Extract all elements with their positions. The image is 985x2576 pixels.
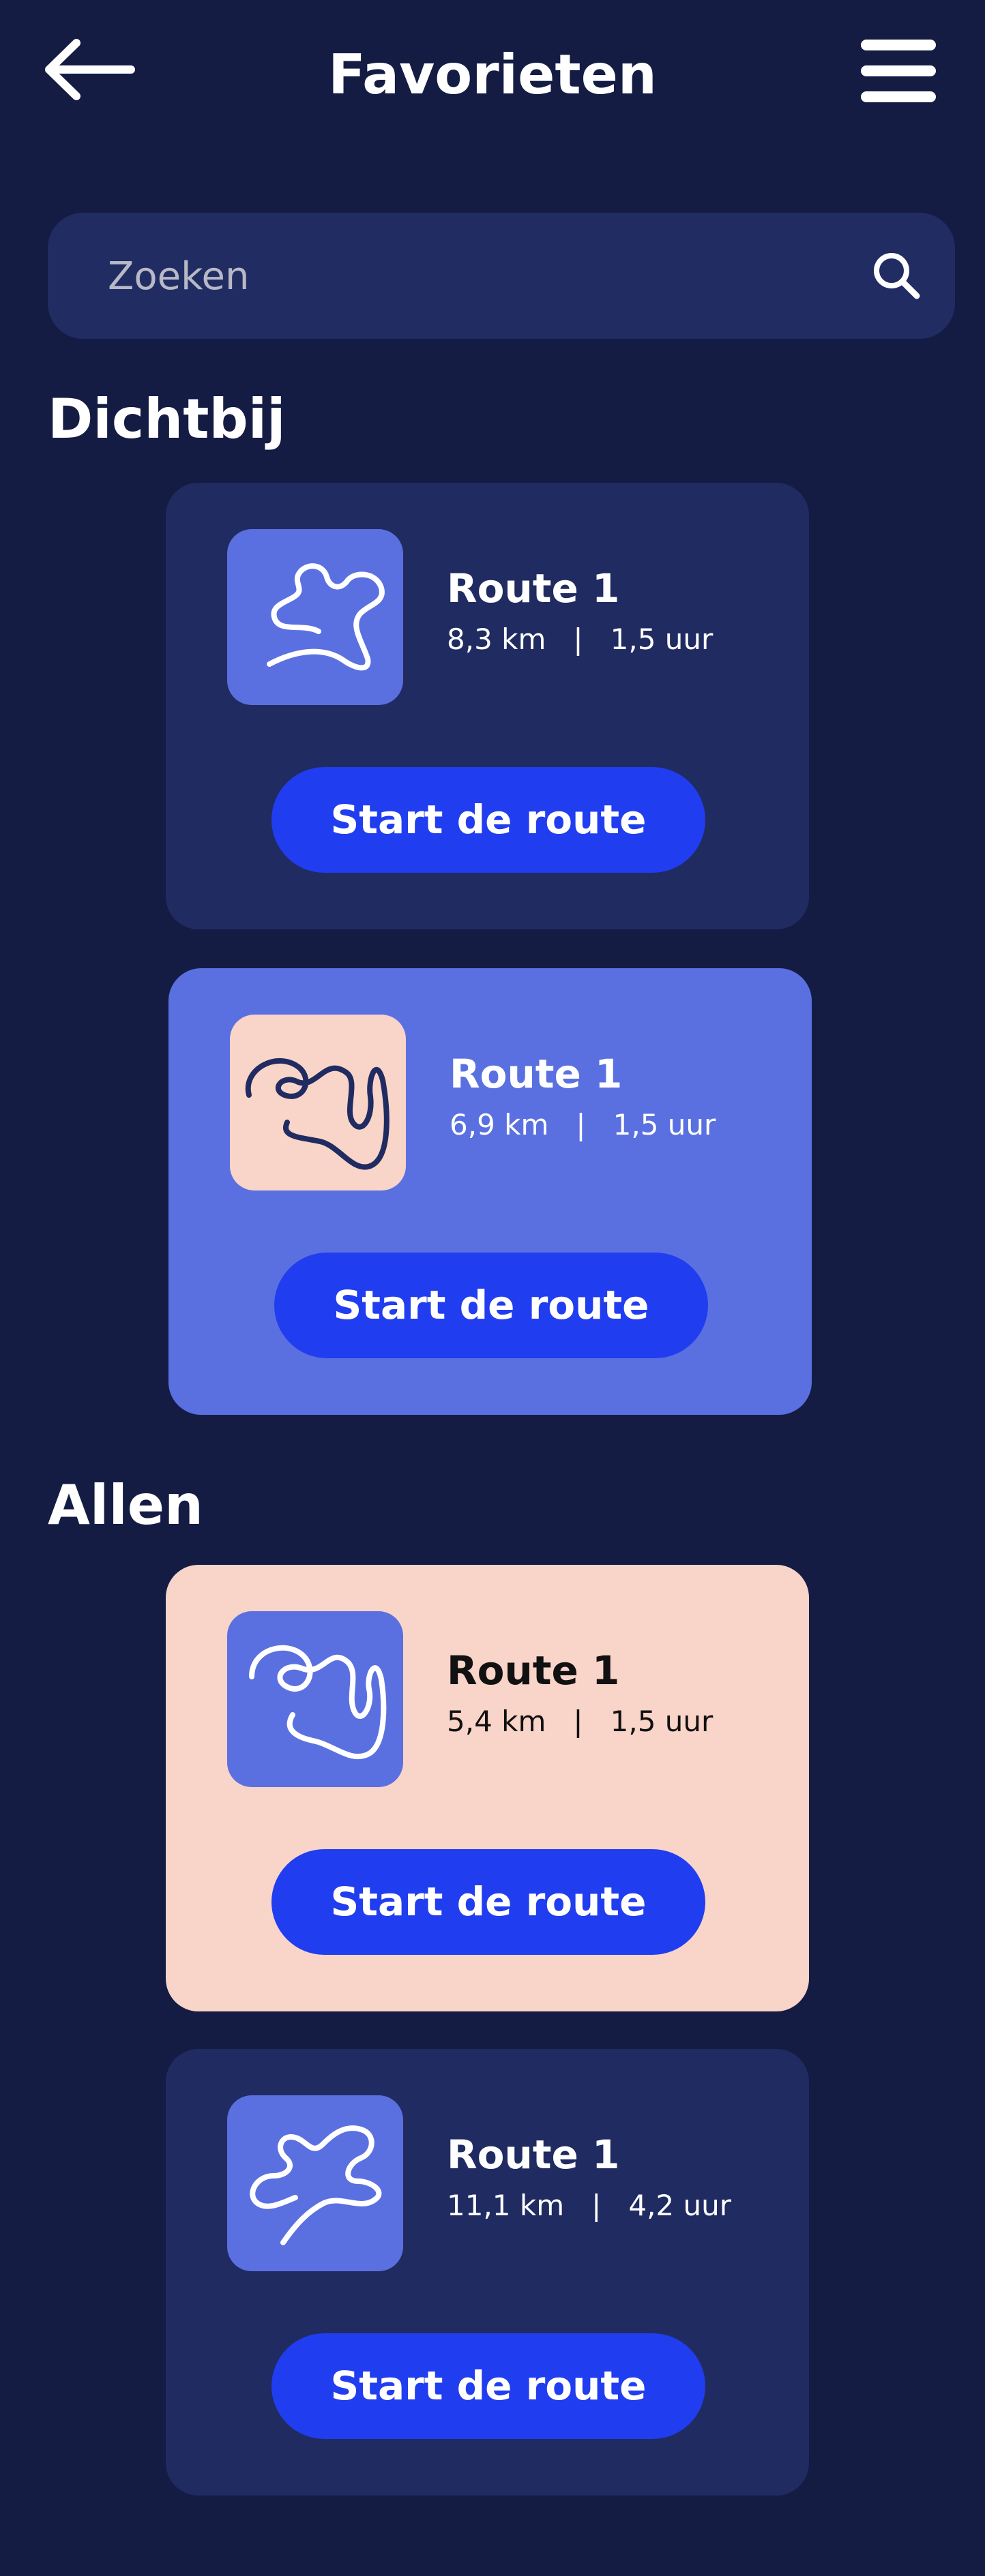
search-input[interactable] xyxy=(106,213,859,340)
route-thumbnail xyxy=(227,2095,403,2271)
route-distance-duration: 6,9 km | 1,5 uur xyxy=(450,1108,716,1141)
route-distance-duration: 11,1 km | 4,2 uur xyxy=(447,2189,732,2222)
start-route-button[interactable]: Start de route xyxy=(274,1253,708,1358)
start-route-button[interactable]: Start de route xyxy=(271,1849,705,1955)
search-bar xyxy=(48,213,955,340)
route-map-icon xyxy=(267,563,385,671)
route-card: Route 1 11,1 km | 4,2 uur Start de route xyxy=(166,2049,809,2496)
route-thumbnail xyxy=(227,529,403,705)
section-heading-all: Allen xyxy=(48,1473,203,1537)
route-thumbnail xyxy=(227,1611,403,1787)
route-thumbnail xyxy=(230,1015,406,1190)
menu-button[interactable] xyxy=(861,40,936,102)
route-distance-duration: 8,3 km | 1,5 uur xyxy=(447,623,714,656)
route-name: Route 1 xyxy=(450,1051,623,1097)
route-name: Route 1 xyxy=(447,1647,620,1694)
route-map-icon xyxy=(250,2125,382,2245)
route-name: Route 1 xyxy=(447,2131,620,2178)
hamburger-menu-icon xyxy=(861,40,936,102)
route-card: Route 1 6,9 km | 1,5 uur Start de route xyxy=(168,968,812,1415)
route-map-icon xyxy=(249,1645,387,1760)
start-route-button[interactable]: Start de route xyxy=(271,767,705,873)
section-heading-nearby: Dichtbij xyxy=(48,387,286,451)
search-icon[interactable] xyxy=(869,248,924,303)
route-card: Route 1 5,4 km | 1,5 uur Start de route xyxy=(166,1565,809,2011)
page-title: Favorieten xyxy=(328,43,657,106)
route-name: Route 1 xyxy=(447,565,620,612)
route-distance-duration: 5,4 km | 1,5 uur xyxy=(447,1705,714,1738)
route-card: Route 1 8,3 km | 1,5 uur Start de route xyxy=(166,483,809,929)
start-route-button[interactable]: Start de route xyxy=(271,2333,705,2439)
route-map-icon xyxy=(245,1058,389,1170)
